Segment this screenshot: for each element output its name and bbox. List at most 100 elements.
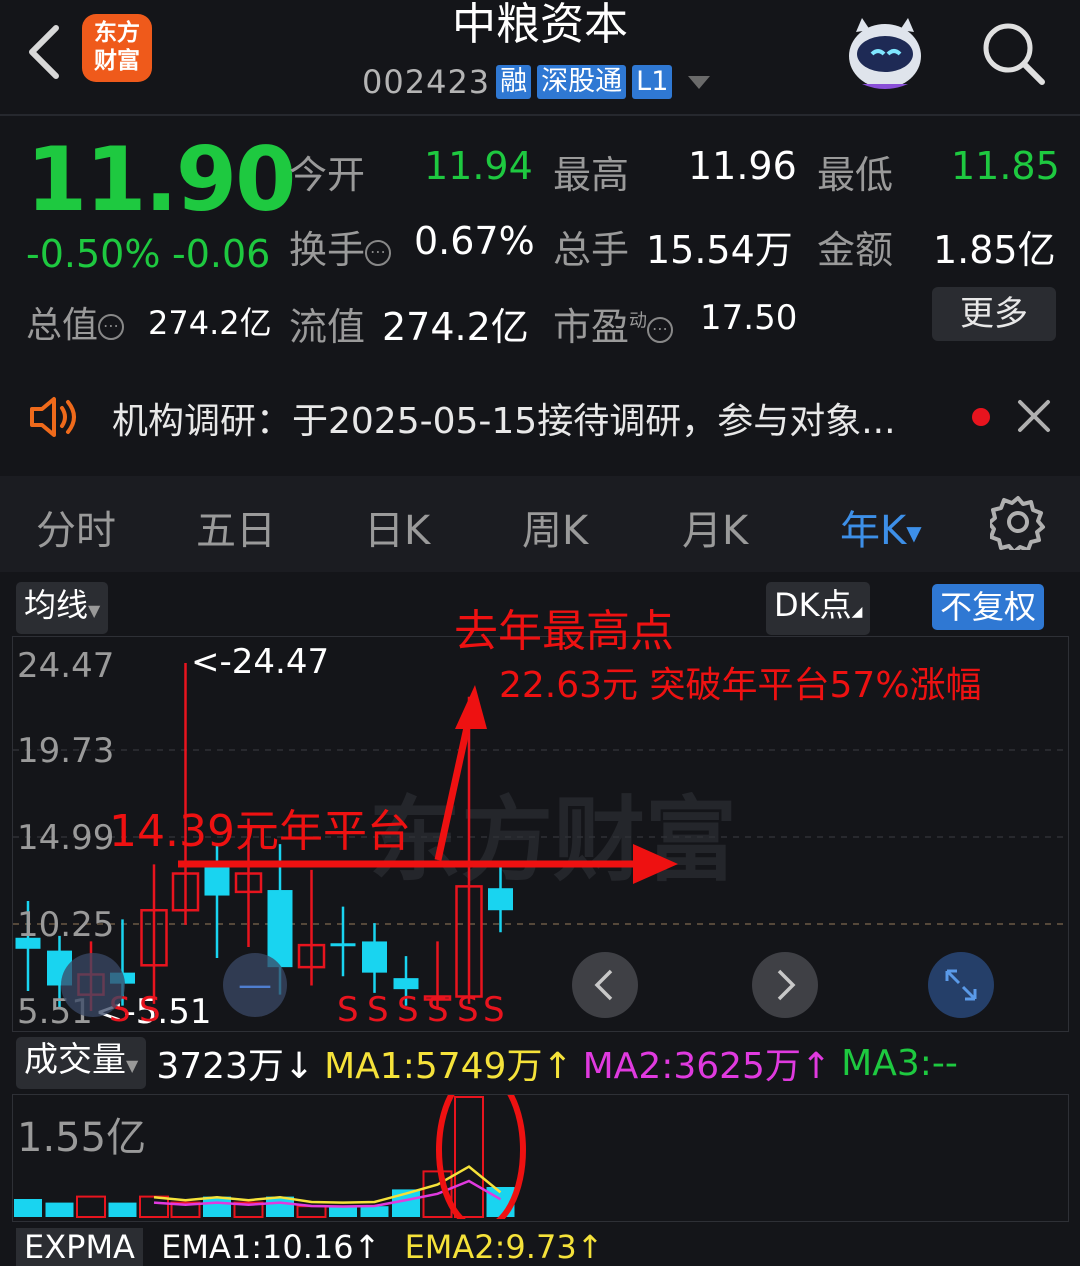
prev-button — [572, 952, 638, 1018]
adjust-toggle[interactable]: 不复权 — [932, 584, 1045, 630]
divider — [0, 114, 1080, 116]
volume-bar — [45, 1202, 74, 1217]
watermark-text: 东方财富 — [369, 787, 737, 894]
signal-s-marker: S — [483, 990, 505, 1029]
volume-label: 总手 — [553, 228, 630, 272]
up-arrow-icon: ↑ — [353, 1228, 381, 1266]
turnover-label-text: 换手 — [289, 228, 366, 272]
open-value: 11.94 — [424, 144, 533, 188]
peak-arrowhead — [455, 685, 487, 729]
stock-code: 002423 — [362, 63, 491, 101]
candle-body — [267, 890, 293, 968]
up-arrow-icon: ↑ — [800, 1046, 832, 1087]
volume-legend: 成交量▼ 3723万↓ MA1:5749万↑ MA2:3625万↑ MA3:-- — [16, 1037, 958, 1089]
volume-ma3: MA3:-- — [841, 1042, 958, 1084]
volume-bar — [139, 1195, 169, 1218]
volume-value: 15.54万 — [646, 228, 793, 272]
ma-selector-label: 均线 — [24, 586, 89, 624]
volume-max-label: 1.55亿 — [17, 1115, 146, 1161]
pe-superscript: 动 — [629, 310, 648, 332]
volume-bar — [14, 1199, 42, 1217]
tab-intraday[interactable]: 分时 — [36, 498, 116, 556]
more-button[interactable]: 更多 — [932, 287, 1056, 341]
tab-monthly-k[interactable]: 月K — [682, 498, 748, 556]
logo-text-line2: 财富 — [94, 48, 140, 74]
stock-code-row[interactable]: 002423 融 深股通 L1 — [362, 62, 711, 102]
open-label: 今开 — [289, 153, 366, 197]
annotation-peak-detail: 22.63元 突破年平台57%涨幅 — [499, 665, 982, 706]
level-tag: L1 — [632, 65, 673, 99]
chevron-down-icon: ▼ — [126, 1056, 139, 1075]
candle-body — [393, 978, 419, 990]
corner-triangle-icon: ◢ — [851, 604, 863, 620]
dk-point-toggle[interactable]: DK点◢ — [766, 582, 871, 635]
signal-s-marker: S — [139, 990, 161, 1029]
ma-selector[interactable]: 均线▼ — [16, 582, 109, 634]
volume-bar — [203, 1196, 231, 1217]
volume-selector-label: 成交量 — [24, 1040, 126, 1080]
tab-daily-k[interactable]: 日K — [364, 498, 430, 556]
highlight-ellipse — [436, 1095, 526, 1219]
chevron-down-icon: ▼ — [88, 601, 101, 620]
tab-yearly-k[interactable]: 年K▼ — [840, 498, 922, 556]
info-icon[interactable]: ⋯ — [365, 239, 392, 266]
float-value: 274.2亿 — [382, 305, 529, 349]
high-label: 最高 — [553, 153, 630, 197]
volume-bar — [296, 1205, 327, 1218]
volume-ma1: MA1:5749万↑ — [324, 1037, 573, 1089]
gear-icon[interactable] — [990, 494, 1046, 550]
volume-current: 3723万↓ — [156, 1037, 314, 1089]
float-label: 流值 — [289, 305, 366, 349]
expma-legend: EXPMA EMA1:10.16↑ EMA2:9.73↑ — [16, 1228, 603, 1266]
last-price: 11.90 — [26, 128, 296, 231]
volume-selector[interactable]: 成交量▼ — [16, 1037, 147, 1089]
amount-value: 1.85亿 — [933, 228, 1056, 272]
ema1-value: EMA1:10.16↑ — [161, 1228, 380, 1266]
signal-s-marker: S — [337, 990, 359, 1029]
info-icon[interactable]: ⋯ — [647, 316, 674, 343]
ema1-text: EMA1:10.16 — [161, 1228, 354, 1266]
info-icon[interactable]: ⋯ — [98, 314, 125, 340]
change-percent: -0.50% — [26, 232, 161, 276]
volume-ma1-value: MA1:5749万 — [324, 1046, 543, 1087]
pe-label-text: 市盈 — [553, 305, 630, 349]
margin-tag: 融 — [496, 65, 532, 99]
turnover-label[interactable]: 换手 ⋯ — [289, 219, 392, 274]
volume-bar — [108, 1202, 137, 1217]
candle-body — [204, 866, 230, 896]
annotation-peak-title: 去年最高点 — [454, 606, 674, 657]
tab-yearly-k-label: 年K — [840, 508, 907, 554]
close-icon[interactable] — [1014, 396, 1054, 436]
signal-s-marker: S — [367, 990, 389, 1029]
volume-bar — [329, 1207, 357, 1217]
volume-ma2-value: MA2:3625万 — [582, 1046, 801, 1087]
signal-s-marker: S — [397, 990, 419, 1029]
robot-assistant-icon[interactable] — [842, 10, 928, 94]
low-label: 最低 — [817, 153, 894, 197]
volume-chart[interactable]: 1.55亿 — [13, 1095, 1066, 1219]
volume-ma2: MA2:3625万↑ — [583, 1037, 832, 1089]
volume-bar — [76, 1195, 106, 1218]
search-icon[interactable] — [978, 18, 1048, 88]
pe-label[interactable]: 市盈动 ⋯ — [553, 296, 674, 351]
mktcap-label[interactable]: 总值 ⋯ — [26, 296, 125, 348]
indicator-selector[interactable]: EXPMA — [16, 1228, 143, 1266]
mktcap-label-text: 总值 — [26, 305, 99, 346]
y-tick-label: 24.47 — [17, 646, 114, 686]
y-tick-label: 10.25 — [17, 905, 114, 945]
volume-bar — [360, 1206, 389, 1217]
signal-s-marker: S — [457, 990, 479, 1029]
chevron-down-icon: ▼ — [906, 521, 922, 545]
tab-five-day[interactable]: 五日 — [196, 498, 276, 556]
candle-body — [362, 941, 387, 973]
zoom-button — [61, 953, 125, 1017]
news-text[interactable]: 机构调研：于2025-05-15接待调研，参与对象... — [112, 392, 896, 444]
ema2-value: EMA2:9.73↑ — [405, 1228, 604, 1266]
dropdown-caret-icon — [688, 75, 711, 89]
unread-dot — [972, 408, 990, 426]
tab-weekly-k[interactable]: 周K — [522, 498, 588, 556]
up-arrow-icon: ↑ — [542, 1046, 573, 1087]
kline-chart[interactable]: 东方财富24.4719.7314.9910.255.51<-24.47<-5.5… — [13, 637, 1066, 1029]
y-tick-label: 19.73 — [17, 731, 114, 771]
turnover-value: 0.67% — [414, 219, 535, 263]
